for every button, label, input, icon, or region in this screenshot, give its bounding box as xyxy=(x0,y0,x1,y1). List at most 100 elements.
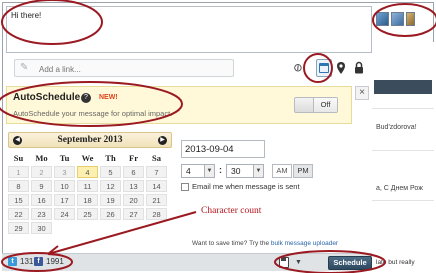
facebook-icon: f xyxy=(34,257,43,266)
profile-avatar[interactable] xyxy=(391,12,404,26)
schedule-date-field[interactable]: 2013-09-04 xyxy=(181,140,265,158)
lock-icon[interactable] xyxy=(354,61,364,74)
calendar-day[interactable]: 20 xyxy=(123,194,144,206)
calendar-day[interactable]: 10 xyxy=(54,180,75,192)
calendar-week-row: 29 30 xyxy=(8,222,172,236)
calendar-weekday: Sa xyxy=(152,153,161,163)
calendar-weekday: Su xyxy=(13,153,24,163)
calendar-day[interactable]: 16 xyxy=(31,194,52,206)
calendar-week-row: 1234567 xyxy=(8,166,172,180)
calendar-day[interactable]: 28 xyxy=(146,208,167,220)
calendar-day[interactable]: 7 xyxy=(146,166,167,178)
date-picker-calendar: ◀ September 2013 ▶ Su Mo Tu We Th Fr Sa 1 2 3 4 5 6 7… xyxy=(8,132,172,246)
stream-message: late but really xyxy=(376,259,415,266)
chevron-down-icon: ▼ xyxy=(204,165,214,177)
autoschedule-title: AutoSchedule xyxy=(13,92,81,103)
calendar-day[interactable]: 23 xyxy=(31,208,52,220)
schedule-calendar-button[interactable] xyxy=(316,59,332,77)
calendar-day: 2 xyxy=(31,166,52,178)
calendar-day[interactable]: 22 xyxy=(8,208,29,220)
calendar-day[interactable]: 24 xyxy=(54,208,75,220)
chevron-down-icon: ▼ xyxy=(253,165,263,177)
calendar-weekday: Tu xyxy=(59,153,70,163)
stream-divider xyxy=(372,108,434,109)
calendar-grid: Su Mo Tu We Th Fr Sa 1 2 3 4 5 6 7 8 9 10 11 12 13 14 15 16 17 1… xyxy=(8,152,172,236)
calendar-month: September 2013 xyxy=(57,135,123,145)
composer-toolbar: ✎ ⊘ xyxy=(6,57,372,81)
calendar-day[interactable]: 17 xyxy=(54,194,75,206)
calendar-day[interactable]: 26 xyxy=(100,208,121,220)
stream-divider xyxy=(372,150,434,151)
email-notify-checkbox[interactable] xyxy=(181,182,189,191)
calendar-header: ◀ September 2013 ▶ xyxy=(8,132,172,148)
location-pin-icon[interactable] xyxy=(336,61,346,75)
bulk-hint-text: Want to save time? Try the xyxy=(192,240,270,247)
calendar-empty-cell xyxy=(77,222,98,234)
toggle-state-label: Off xyxy=(313,98,337,112)
am-button[interactable]: AM xyxy=(272,164,292,178)
profile-selector[interactable] xyxy=(376,12,415,26)
composer-footer: t 131 f 1991 ▼ Schedule xyxy=(2,253,372,271)
message-text[interactable]: Hi there! xyxy=(11,11,41,20)
pm-button[interactable]: PM xyxy=(293,164,313,178)
time-separator: : xyxy=(219,165,222,175)
calendar-day[interactable]: 14 xyxy=(146,180,167,192)
help-icon[interactable]: ? xyxy=(81,93,91,103)
calendar-day: 1 xyxy=(8,166,29,178)
schedule-button[interactable]: Schedule xyxy=(328,256,372,270)
hour-value: 4 xyxy=(186,166,191,176)
facebook-char-count: f 1991 xyxy=(34,257,64,266)
calendar-week-row: 22 23 24 25 26 27 28 xyxy=(8,208,172,222)
paperclip-icon[interactable]: ⊘ xyxy=(291,61,306,76)
stream-header-bar xyxy=(374,80,432,94)
save-draft-icon[interactable] xyxy=(279,257,289,268)
calendar-day[interactable]: 19 xyxy=(100,194,121,206)
calendar-day[interactable]: 12 xyxy=(100,180,121,192)
calendar-day[interactable]: 27 xyxy=(123,208,144,220)
add-link-input[interactable] xyxy=(39,63,229,75)
stream-message: Bud'zdorova! xyxy=(376,124,417,131)
calendar-day[interactable]: 25 xyxy=(77,208,98,220)
minute-select[interactable]: 30 ▼ xyxy=(226,164,264,178)
facebook-count-value: 1991 xyxy=(46,257,64,266)
autoschedule-banner: AutoSchedule ? NEW! AutoSchedule your me… xyxy=(6,86,352,124)
calendar-icon xyxy=(319,63,329,73)
message-composer[interactable]: Hi there! xyxy=(6,6,372,53)
calendar-weekday-row: Su Mo Tu We Th Fr Sa xyxy=(8,152,172,166)
calendar-day[interactable]: 21 xyxy=(146,194,167,206)
email-notify-row[interactable]: Email me when message is sent xyxy=(181,182,300,191)
calendar-day[interactable]: 30 xyxy=(31,222,52,234)
calendar-day[interactable]: 5 xyxy=(100,166,121,178)
twitter-count-value: 131 xyxy=(20,257,34,266)
calendar-weekday: We xyxy=(81,153,94,163)
minute-value: 30 xyxy=(231,166,241,176)
calendar-day[interactable]: 18 xyxy=(77,194,98,206)
calendar-day[interactable]: 6 xyxy=(123,166,144,178)
calendar-day[interactable]: 15 xyxy=(8,194,29,206)
link-icon: ✎ xyxy=(20,62,29,73)
calendar-day[interactable]: 8 xyxy=(8,180,29,192)
next-month-icon[interactable]: ▶ xyxy=(158,136,167,145)
calendar-empty-cell xyxy=(146,222,167,234)
calendar-day[interactable]: 4 xyxy=(77,166,98,178)
hour-select[interactable]: 4 ▼ xyxy=(181,164,215,178)
calendar-day[interactable]: 11 xyxy=(77,180,98,192)
chevron-down-icon[interactable]: ▼ xyxy=(295,259,302,266)
calendar-weekday: Fr xyxy=(129,153,138,163)
calendar-weekday: Th xyxy=(105,153,116,163)
calendar-week-row: 15 16 17 18 19 20 21 xyxy=(8,194,172,208)
autoschedule-description: AutoSchedule your message for optimal im… xyxy=(13,109,173,118)
calendar-day[interactable]: 29 xyxy=(8,222,29,234)
calendar-week-row: 8 9 10 11 12 13 14 xyxy=(8,180,172,194)
profile-avatar[interactable] xyxy=(406,12,415,26)
calendar-day[interactable]: 9 xyxy=(31,180,52,192)
profile-avatar[interactable] xyxy=(376,12,389,26)
calendar-day[interactable]: 13 xyxy=(123,180,144,192)
autoschedule-toggle[interactable]: Off xyxy=(294,97,338,113)
calendar-empty-cell xyxy=(123,222,144,234)
calendar-day: 3 xyxy=(54,166,75,178)
bulk-uploader-link[interactable]: bulk message uploader xyxy=(271,240,338,247)
add-link-field[interactable]: ✎ xyxy=(14,59,234,77)
close-scheduler-button[interactable]: × xyxy=(355,86,369,100)
stream-divider xyxy=(372,200,434,201)
